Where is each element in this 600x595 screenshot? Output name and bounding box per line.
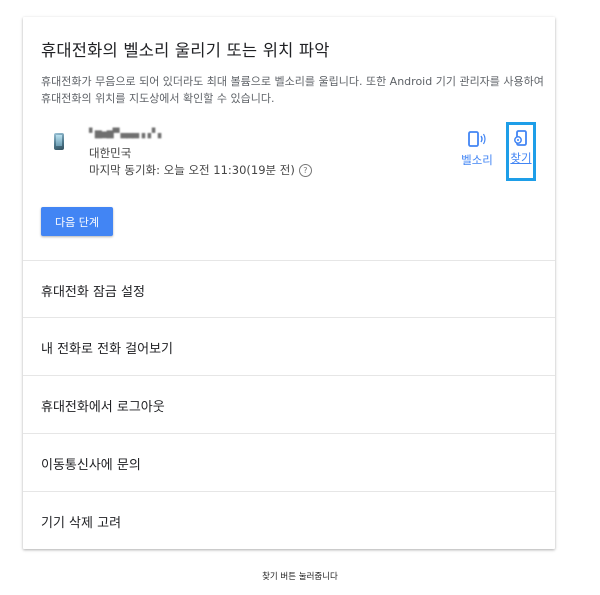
help-icon[interactable]: ?	[298, 164, 312, 177]
ring-button[interactable]: 벨소리	[455, 131, 499, 173]
card-title: 휴대전화의 벨소리 울리기 또는 위치 파악	[41, 41, 330, 60]
locate-phone-icon	[514, 130, 527, 146]
menu-item-call-phone[interactable]: 내 전화로 전화 걸어보기	[23, 317, 555, 374]
phone-icon	[54, 133, 64, 150]
find-phone-card: 휴대전화의 벨소리 울리기 또는 위치 파악 휴대전화가 무음으로 되어 있더라…	[23, 17, 555, 549]
menu-item-sign-out[interactable]: 휴대전화에서 로그아웃	[23, 375, 555, 432]
device-name: ▘▆▅▆▀ ▄▄▄▗▗ ▘▖	[89, 129, 165, 139]
device-last-sync: 마지막 동기화: 오늘 오전 11:30(19분 전)?	[89, 162, 312, 178]
menu-item-label: 휴대전화 잠금 설정	[41, 285, 145, 300]
menu-item-label: 기기 삭제 고려	[41, 516, 122, 531]
ring-label: 벨소리	[461, 153, 493, 167]
next-step-button[interactable]: 다음 단계	[41, 207, 113, 236]
ring-phone-icon	[468, 131, 486, 147]
menu-item-label: 휴대전화에서 로그아웃	[41, 400, 165, 415]
menu-item-erase-device[interactable]: 기기 삭제 고려	[23, 491, 555, 548]
instruction-caption: 찾기 버튼 눌러줍니다	[262, 572, 338, 582]
card-description: 휴대전화가 무음으로 되어 있더라도 최대 볼륨으로 벨소리를 울립니다. 또한…	[41, 75, 544, 105]
find-button[interactable]: 찾기	[506, 122, 536, 181]
menu-item-label: 내 전화로 전화 걸어보기	[41, 342, 173, 357]
menu-item-contact-carrier[interactable]: 이동통신사에 문의	[23, 433, 555, 490]
menu-item-label: 이동통신사에 문의	[41, 458, 141, 473]
last-sync-text: 마지막 동기화: 오늘 오전 11:30(19분 전)	[89, 163, 295, 177]
find-label: 찾기	[510, 151, 532, 165]
menu-item-lock-phone[interactable]: 휴대전화 잠금 설정	[23, 260, 555, 317]
device-country: 대한민국	[89, 146, 132, 160]
